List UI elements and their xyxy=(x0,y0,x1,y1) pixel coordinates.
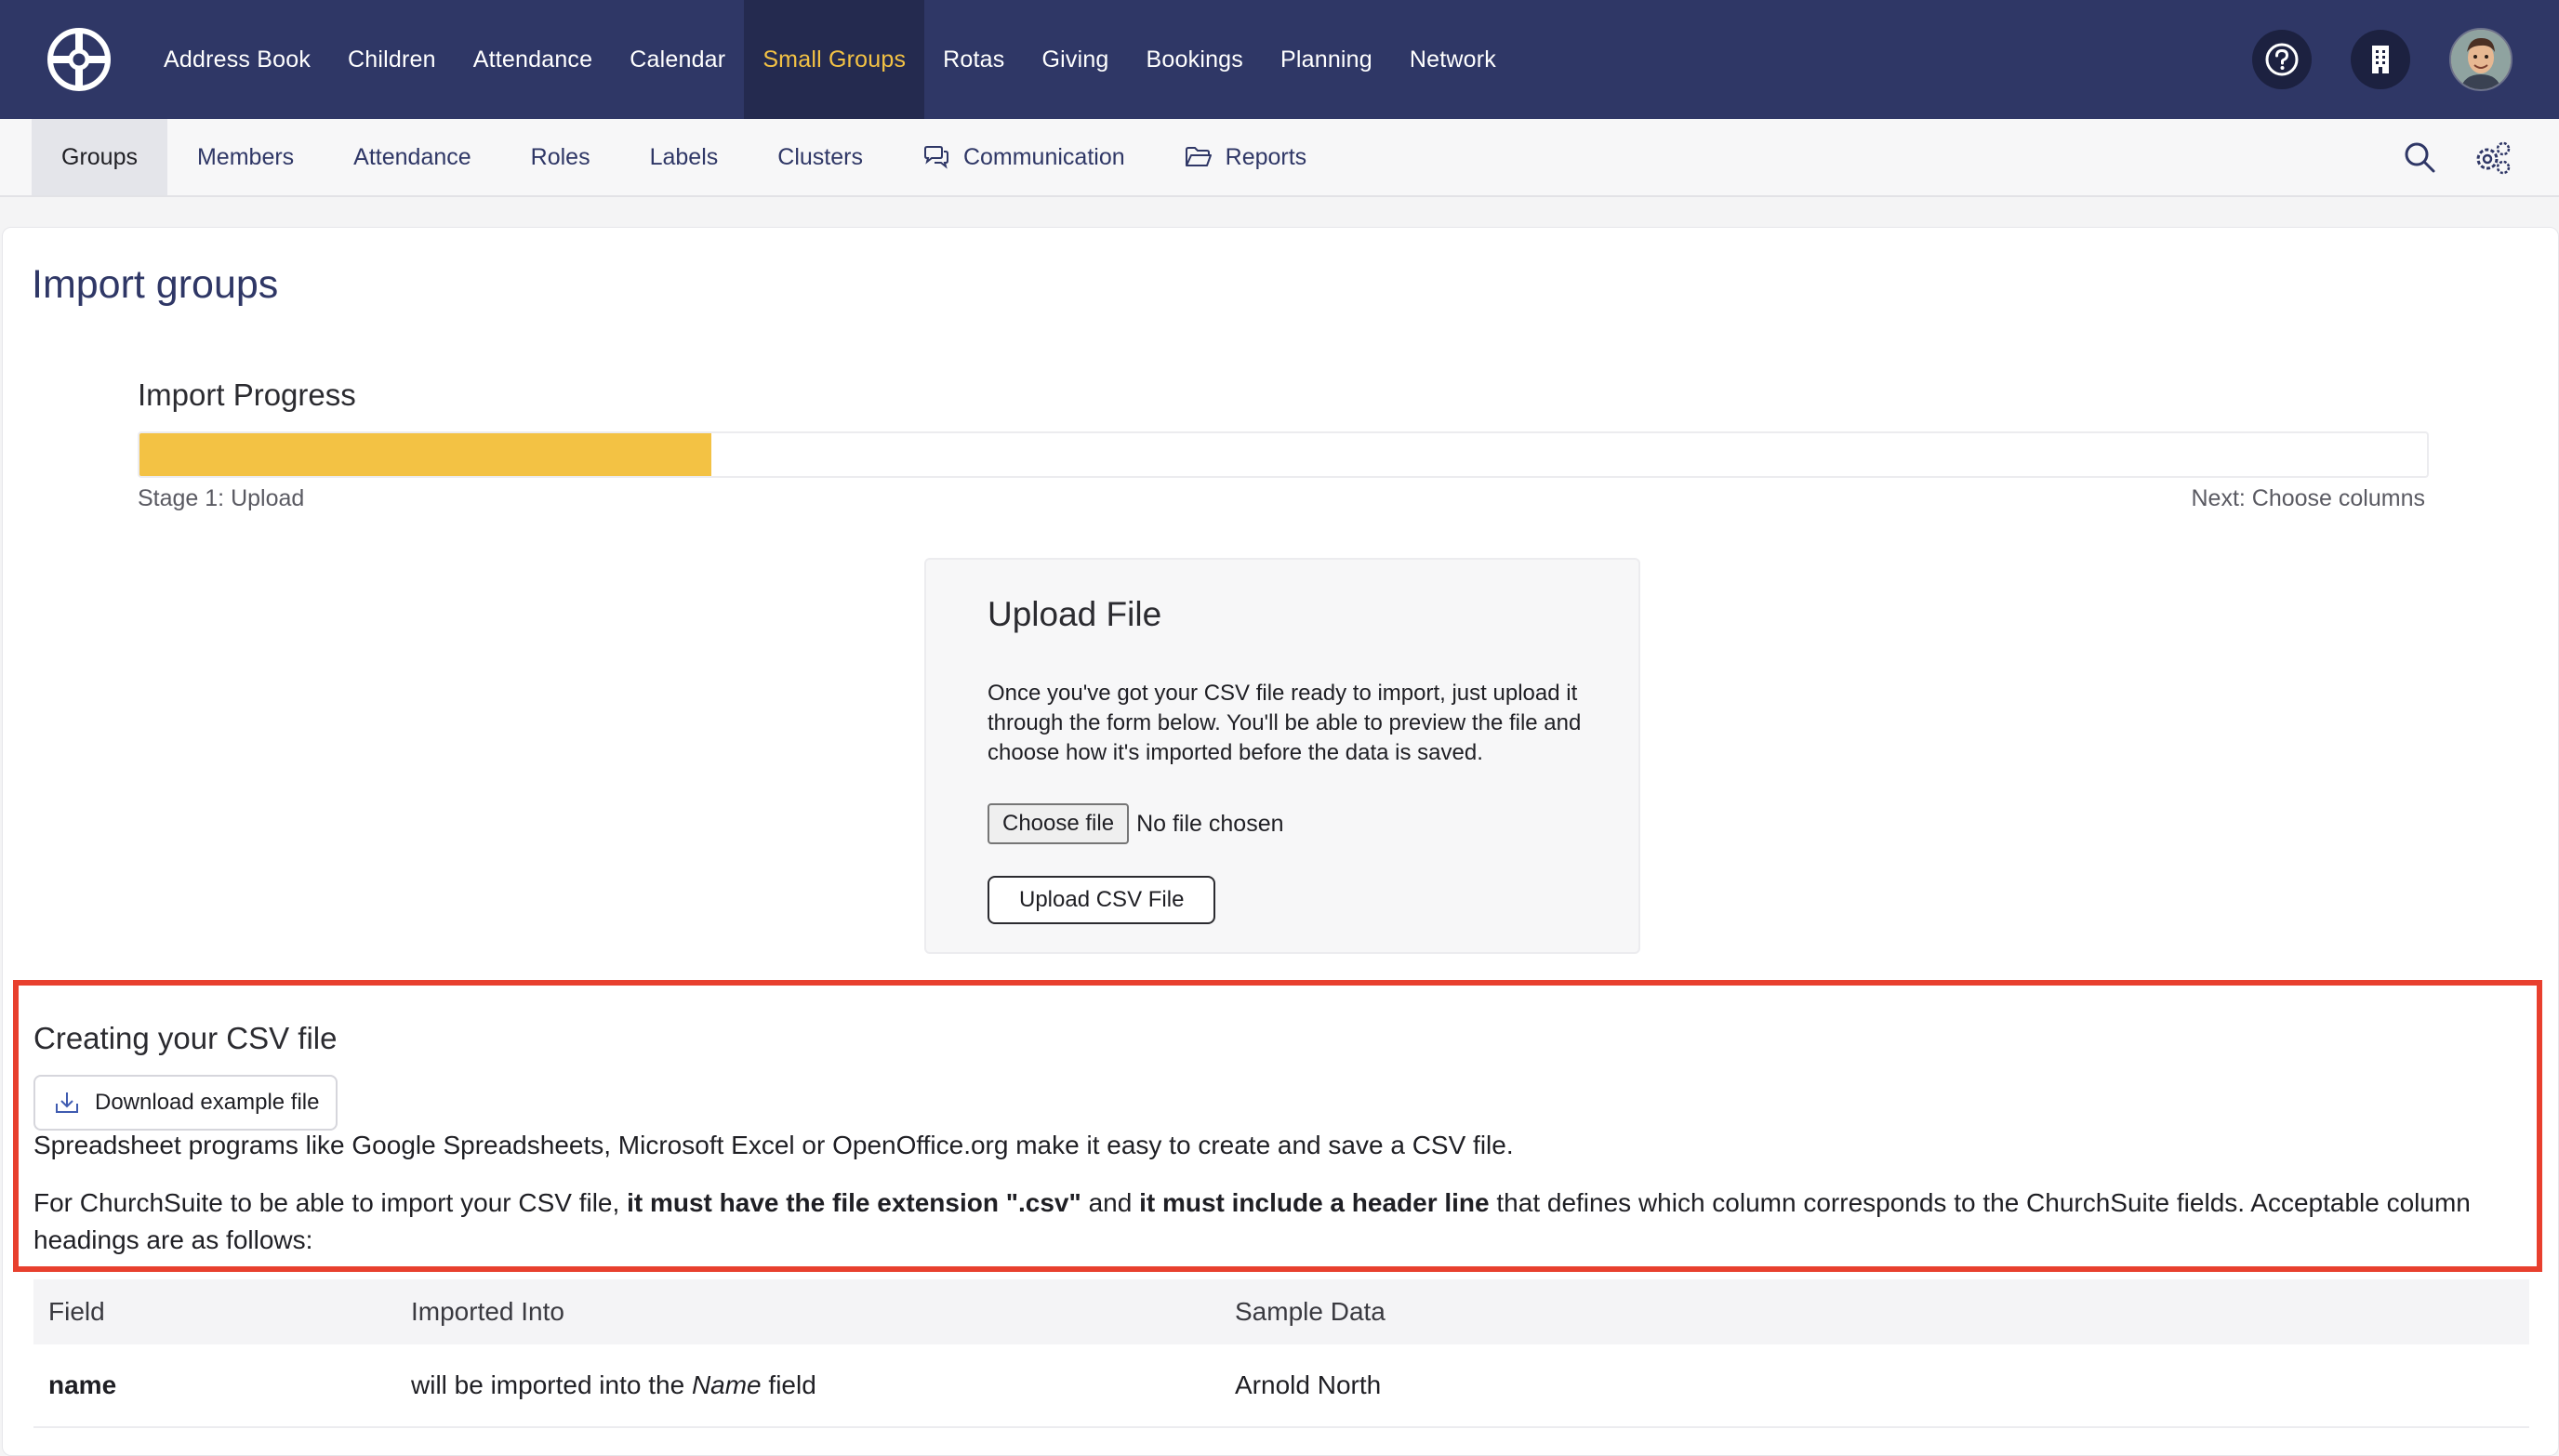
top-navigation-bar: Address Book Children Attendance Calenda… xyxy=(0,0,2559,119)
settings-gears-icon[interactable] xyxy=(2473,139,2513,175)
upload-description: Once you've got your CSV file ready to i… xyxy=(988,681,1582,765)
nav-rotas[interactable]: Rotas xyxy=(924,0,1023,119)
tab-label: Members xyxy=(196,143,295,170)
upload-title: Upload File xyxy=(988,595,1162,633)
sub-nav: Groups Members Attendance Roles Labels C… xyxy=(32,119,1336,195)
folder-icon xyxy=(1185,147,1212,166)
tab-reports[interactable]: Reports xyxy=(1155,119,1337,195)
text-segment: and xyxy=(1088,1188,1133,1217)
chat-icon xyxy=(923,146,948,169)
nav-address-book[interactable]: Address Book xyxy=(145,0,329,119)
nav-planning[interactable]: Planning xyxy=(1262,0,1391,119)
choose-file-button[interactable]: Choose file xyxy=(988,803,1130,844)
tab-groups[interactable]: Groups xyxy=(32,119,167,195)
tab-label: Groups xyxy=(61,143,138,170)
field-name-italic: Name xyxy=(691,1370,762,1399)
file-status: No file chosen xyxy=(1136,810,1284,837)
column-headings-table: Field Imported Into Sample Data name wil… xyxy=(33,1279,2529,1428)
table-header: Field Imported Into Sample Data xyxy=(33,1279,2529,1344)
tab-labels[interactable]: Labels xyxy=(620,119,749,195)
bold-header-requirement: it must include a header line xyxy=(1139,1188,1490,1217)
download-example-button[interactable]: Download example file xyxy=(33,1075,338,1131)
tab-label: Clusters xyxy=(777,143,863,170)
upload-csv-button[interactable]: Upload CSV File xyxy=(988,876,1216,924)
text-segment: For ChurchSuite to be able to import you… xyxy=(33,1188,620,1217)
download-icon xyxy=(56,1092,78,1113)
tab-label: Attendance xyxy=(353,143,471,170)
organisation-button[interactable] xyxy=(2351,30,2410,89)
help-icon xyxy=(2265,43,2299,76)
bold-extension-requirement: it must have the file extension ".csv" xyxy=(627,1188,1081,1217)
tab-label: Reports xyxy=(1225,143,1307,170)
cell-imported-into: will be imported into the Name field xyxy=(396,1370,1220,1400)
csv-intro-text: Spreadsheet programs like Google Spreads… xyxy=(33,1131,1514,1159)
page-title: Import groups xyxy=(32,262,279,307)
tab-clusters[interactable]: Clusters xyxy=(748,119,893,195)
tab-members[interactable]: Members xyxy=(167,119,324,195)
tab-communication[interactable]: Communication xyxy=(893,119,1155,195)
tab-label: Roles xyxy=(530,143,590,170)
cell-field: name xyxy=(48,1370,117,1399)
file-input: Choose file No file chosen xyxy=(988,803,1284,844)
nav-attendance[interactable]: Attendance xyxy=(455,0,612,119)
nav-calendar[interactable]: Calendar xyxy=(611,0,744,119)
avatar[interactable] xyxy=(2449,28,2513,91)
header-sample-data: Sample Data xyxy=(1235,1297,1386,1326)
progress-label: Import Progress xyxy=(138,377,356,412)
text-segment: field xyxy=(768,1370,816,1399)
tab-label: Communication xyxy=(962,143,1125,170)
tab-attendance[interactable]: Attendance xyxy=(324,119,501,195)
search-icon[interactable] xyxy=(2403,140,2436,174)
cell-sample-data: Arnold North xyxy=(1235,1370,1382,1399)
building-icon xyxy=(2372,46,2389,73)
nav-network[interactable]: Network xyxy=(1391,0,1515,119)
text-segment: will be imported into the xyxy=(411,1370,685,1399)
app-logo-icon[interactable] xyxy=(46,27,112,92)
nav-giving[interactable]: Giving xyxy=(1023,0,1127,119)
download-label: Download example file xyxy=(95,1090,320,1115)
nav-bookings[interactable]: Bookings xyxy=(1128,0,1262,119)
next-stage: Next: Choose columns xyxy=(2191,485,2425,511)
header-field: Field xyxy=(48,1297,105,1326)
header-imported-into: Imported Into xyxy=(411,1297,564,1326)
current-stage: Stage 1: Upload xyxy=(138,485,305,511)
section-sub-navigation: Groups Members Attendance Roles Labels C… xyxy=(0,119,2559,197)
sub-right-actions xyxy=(2403,119,2513,195)
import-progress-bar xyxy=(138,431,2429,478)
nav-children[interactable]: Children xyxy=(329,0,455,119)
table-row: name will be imported into the Name fiel… xyxy=(33,1344,2529,1428)
csv-section-title: Creating your CSV file xyxy=(33,1021,338,1055)
upload-file-panel: Upload File Once you've got your CSV fil… xyxy=(924,558,1640,954)
tab-label: Labels xyxy=(649,143,719,170)
main-nav: Address Book Children Attendance Calenda… xyxy=(145,0,1515,119)
top-right-actions xyxy=(2252,0,2513,119)
progress-fill xyxy=(139,433,711,476)
user-avatar-icon xyxy=(2451,30,2511,89)
help-button[interactable] xyxy=(2252,30,2312,89)
csv-requirements-text: For ChurchSuite to be able to import you… xyxy=(33,1185,2535,1259)
tab-roles[interactable]: Roles xyxy=(501,119,620,195)
nav-small-groups[interactable]: Small Groups xyxy=(744,0,925,119)
